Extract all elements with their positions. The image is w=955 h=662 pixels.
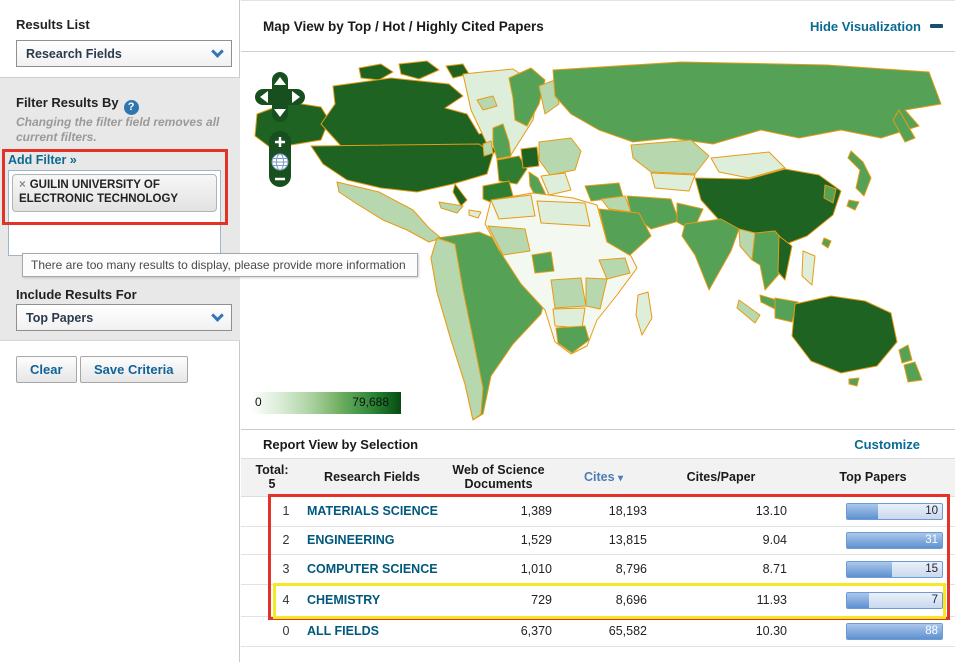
column-header-cites[interactable]: Cites ▾ (556, 466, 651, 489)
top-papers-bar: 7 (846, 591, 943, 609)
map-title: Map View by Top / Hot / Highly Cited Pap… (263, 18, 544, 34)
filter-chip-label: GUILIN UNIVERSITY OF ELECTRONIC TECHNOLO… (19, 179, 179, 205)
map-zoom-control[interactable] (269, 131, 291, 187)
chip-remove-icon[interactable]: × (19, 179, 26, 191)
results-list-heading: Results List (16, 17, 90, 32)
row-cites-per-paper: 10.30 (755, 624, 787, 639)
report-table-body: 1 MATERIALS SCIENCE 1,389 18,193 13.10 1… (241, 496, 955, 647)
row-docs: 729 (531, 593, 552, 608)
report-table: Total: 5 Research Fields Web of Science … (241, 458, 955, 647)
include-results-heading: Include Results For (16, 287, 137, 302)
row-field-link[interactable]: ALL FIELDS (303, 620, 441, 642)
table-row[interactable]: 3 COMPUTER SCIENCE 1,010 8,796 8.71 15 (241, 554, 955, 585)
top-papers-bar: 88 (846, 622, 943, 640)
map-countries[interactable] (254, 60, 942, 421)
results-list-dropdown-value: Research Fields (26, 46, 122, 61)
row-rank: 2 (282, 533, 290, 548)
collapse-minus-icon (930, 24, 943, 28)
filter-chip[interactable]: × GUILIN UNIVERSITY OF ELECTRONIC TECHNOL… (12, 174, 217, 213)
results-list-dropdown[interactable]: Research Fields (16, 40, 232, 67)
row-docs: 1,010 (520, 562, 552, 577)
legend-min-label: 0 (255, 395, 262, 409)
row-cites: 8,696 (615, 593, 647, 608)
total-count: Total: 5 (255, 463, 289, 492)
include-results-dropdown-value: Top Papers (26, 310, 94, 325)
row-rank: 4 (282, 593, 290, 608)
column-header-cites-per-paper[interactable]: Cites/Paper (651, 466, 791, 488)
column-header-top-papers[interactable]: Top Papers (791, 466, 955, 488)
map-legend: 0 79,688 (251, 392, 401, 414)
row-cites: 8,796 (615, 562, 647, 577)
row-top-papers: 7 (931, 593, 938, 606)
top-papers-bar-fill (847, 561, 892, 577)
world-map (254, 60, 942, 421)
row-top-papers: 31 (925, 533, 938, 546)
row-top-papers: 15 (925, 562, 938, 575)
sidebar: Results List Research Fields Filter Resu… (0, 0, 240, 662)
top-papers-bar-fill (847, 503, 879, 519)
table-row[interactable]: 0 ALL FIELDS 6,370 65,582 10.30 88 (241, 616, 955, 647)
report-title: Report View by Selection (263, 436, 419, 452)
row-cites-per-paper: 11.93 (756, 593, 787, 608)
table-header-row: Total: 5 Research Fields Web of Science … (241, 458, 955, 497)
chevron-down-icon (211, 308, 224, 322)
row-top-papers: 10 (925, 504, 938, 517)
too-many-results-tooltip: There are too many results to display, p… (22, 253, 418, 277)
row-field-link[interactable]: ENGINEERING (303, 529, 441, 551)
app-window: Results List Research Fields Filter Resu… (0, 0, 955, 662)
row-rank: 1 (282, 504, 290, 519)
row-cites: 65,582 (608, 624, 647, 639)
main-panel: Map View by Top / Hot / Highly Cited Pap… (241, 0, 955, 662)
filter-note: Changing the filter field removes all cu… (16, 115, 220, 144)
customize-link[interactable]: Customize (854, 437, 920, 452)
row-cites-per-paper: 8.71 (762, 562, 787, 577)
row-field-link[interactable]: CHEMISTRY (303, 589, 441, 611)
column-header-field[interactable]: Research Fields (303, 466, 441, 488)
table-row[interactable]: 2 ENGINEERING 1,529 13,815 9.04 31 (241, 526, 955, 555)
row-rank: 0 (282, 624, 290, 639)
top-papers-bar: 10 (846, 502, 943, 520)
row-docs: 6,370 (520, 624, 552, 639)
map-view: 0 79,688 (241, 52, 955, 429)
map-header: Map View by Top / Hot / Highly Cited Pap… (241, 0, 955, 52)
help-icon[interactable]: ? (123, 99, 139, 115)
row-field-link[interactable]: MATERIALS SCIENCE (303, 500, 441, 522)
legend-max-label: 79,688 (352, 395, 389, 409)
top-papers-bar: 31 (846, 531, 943, 549)
chevron-down-icon (211, 44, 224, 58)
row-top-papers: 88 (925, 624, 938, 637)
report-header: Report View by Selection Customize (241, 429, 955, 458)
row-cites-per-paper: 9.04 (762, 533, 787, 548)
top-papers-bar: 15 (846, 560, 943, 578)
sort-desc-icon: ▾ (618, 473, 624, 485)
save-criteria-button[interactable]: Save Criteria (80, 356, 188, 383)
top-papers-bar-fill (847, 592, 869, 608)
row-docs: 1,529 (520, 533, 552, 548)
hide-visualization-link[interactable]: Hide Visualization (810, 19, 943, 34)
row-field-link[interactable]: COMPUTER SCIENCE (303, 558, 441, 580)
row-rank: 3 (282, 562, 290, 577)
row-cites: 13,815 (608, 533, 647, 548)
row-docs: 1,389 (520, 504, 552, 519)
row-cites-per-paper: 13.10 (755, 504, 787, 519)
table-row[interactable]: 4 CHEMISTRY 729 8,696 11.93 7 (241, 584, 955, 617)
add-filter-link[interactable]: Add Filter » (8, 153, 77, 167)
filter-by-heading: Filter Results By? (16, 95, 139, 115)
filter-input-box[interactable]: × GUILIN UNIVERSITY OF ELECTRONIC TECHNOL… (8, 170, 221, 256)
table-row[interactable]: 1 MATERIALS SCIENCE 1,389 18,193 13.10 1… (241, 496, 955, 527)
row-cites: 18,193 (608, 504, 647, 519)
column-header-docs[interactable]: Web of Science Documents (441, 459, 556, 496)
clear-button[interactable]: Clear (16, 356, 77, 383)
include-results-dropdown[interactable]: Top Papers (16, 304, 232, 331)
